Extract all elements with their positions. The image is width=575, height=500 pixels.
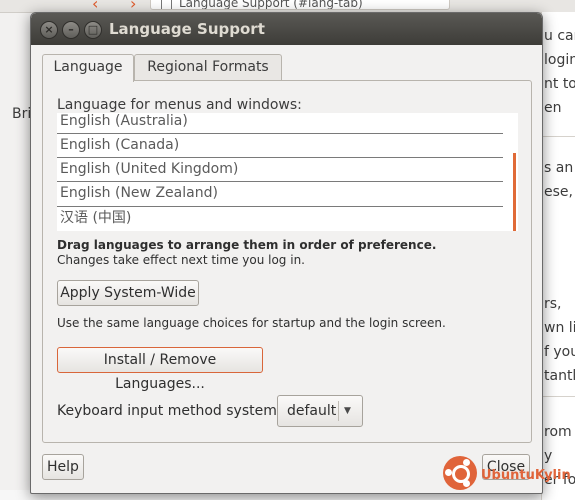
bg-text-fragment: f you [544, 344, 575, 360]
list-scrollbar-track[interactable] [506, 113, 518, 231]
drag-hint: Drag languages to arrange them in order … [57, 238, 437, 252]
bg-text-fragment: nt to [544, 76, 575, 92]
title-bar[interactable]: × – □ Language Support [31, 13, 542, 45]
list-item[interactable]: 汉语 (中国) [57, 206, 503, 230]
bg-separator [542, 136, 575, 137]
combo-divider [338, 401, 339, 421]
keyboard-input-label: Keyboard input method system: [57, 403, 282, 419]
list-item[interactable]: English (Canada) [57, 133, 503, 157]
close-window-icon[interactable]: × [40, 21, 58, 39]
browser-tab-title: Language Support (#lang-tab) [179, 0, 363, 10]
bg-separator [542, 396, 575, 397]
menus-language-label: Language for menus and windows: [57, 97, 302, 113]
bg-text-fragment: ese, [544, 184, 573, 200]
window-title: Language Support [109, 20, 265, 38]
language-list[interactable]: English (Australia) English (Canada) Eng… [57, 113, 518, 231]
keyboard-input-select[interactable]: default ▼ [277, 395, 363, 427]
language-support-dialog: × – □ Language Support Language Regional… [30, 12, 543, 494]
list-item[interactable]: English (Australia) [57, 113, 503, 134]
list-item[interactable]: English (New Zealand) [57, 181, 503, 205]
install-remove-languages-button[interactable]: Install / Remove Languages... [57, 347, 263, 392]
ubuntu-logo-icon [443, 456, 477, 490]
apply-description: Use the same language choices for startu… [57, 316, 446, 330]
bg-text-fragment: rom [544, 424, 572, 440]
list-item[interactable]: English (United Kingdom) [57, 157, 503, 181]
background-right-page: u car login nt to en s an ese, rs, wn li… [541, 12, 575, 500]
tab-regional-formats[interactable]: Regional Formats [134, 54, 282, 80]
watermark-text: UbuntuKylin [481, 468, 571, 483]
ubuntukylin-watermark: UbuntuKylin [443, 456, 575, 492]
bg-text-fragment: en [544, 100, 562, 116]
tab-language[interactable]: Language [42, 54, 134, 82]
apply-system-wide-button[interactable]: Apply System-Wide [57, 280, 199, 306]
browser-tab[interactable]: Language Support (#lang-tab) [150, 0, 450, 10]
keyboard-input-value: default [287, 403, 337, 419]
list-scrollbar-thumb[interactable] [513, 153, 516, 231]
bg-text-fragment: tantly [544, 368, 575, 384]
help-button[interactable]: Help [42, 454, 84, 480]
bg-text-fragment: rs, [544, 296, 562, 312]
chevron-down-icon: ▼ [344, 406, 351, 416]
minimize-window-icon[interactable]: – [62, 21, 80, 39]
changes-note: Changes take effect next time you log in… [57, 253, 305, 267]
background-left-text: Bri [12, 106, 32, 122]
bg-text-fragment: wn lis [544, 320, 575, 336]
bg-text-fragment: login [544, 52, 575, 68]
language-panel: Language for menus and windows: English … [42, 80, 532, 443]
maximize-window-icon[interactable]: □ [84, 21, 102, 39]
bg-text-fragment: s an [544, 160, 574, 176]
document-icon [161, 0, 172, 9]
bg-text-fragment: u car [544, 28, 575, 44]
